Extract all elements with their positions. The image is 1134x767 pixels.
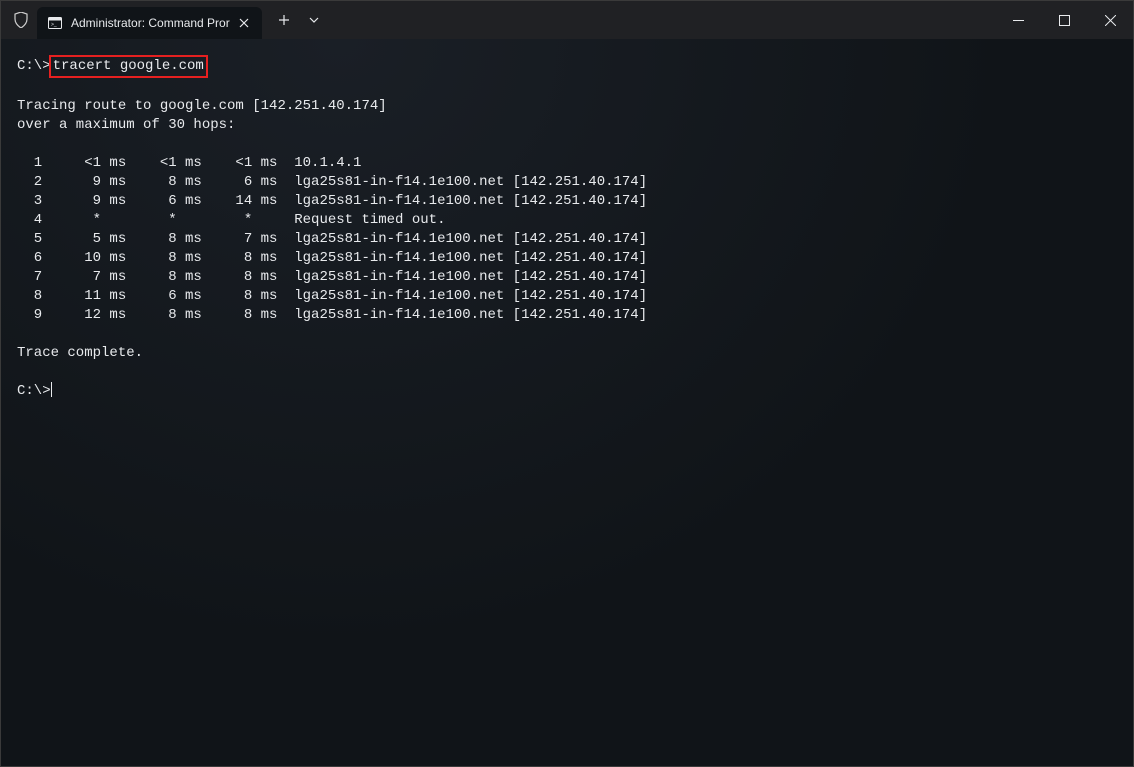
trace-complete: Trace complete.	[17, 345, 143, 361]
new-tab-button[interactable]	[270, 6, 298, 34]
tab-dropdown-button[interactable]	[300, 6, 328, 34]
maximize-button[interactable]	[1041, 1, 1087, 39]
titlebar: >_ Administrator: Command Pror	[1, 1, 1133, 39]
trace-header-2: over a maximum of 30 hops:	[17, 117, 235, 133]
trace-header-1: Tracing route to google.com [142.251.40.…	[17, 98, 387, 114]
active-tab[interactable]: >_ Administrator: Command Pror	[37, 7, 262, 39]
terminal-area[interactable]: C:\>tracert google.com Tracing route to …	[1, 39, 1133, 766]
cursor	[51, 382, 52, 397]
tab-title: Administrator: Command Pror	[71, 16, 230, 30]
titlebar-left: >_ Administrator: Command Pror	[1, 1, 328, 39]
prompt: C:\>	[17, 58, 51, 74]
close-button[interactable]	[1087, 1, 1133, 39]
shield-icon	[13, 12, 29, 28]
command-text: tracert google.com	[53, 58, 204, 74]
prompt: C:\>	[17, 383, 51, 399]
window-controls	[995, 1, 1133, 39]
minimize-button[interactable]	[995, 1, 1041, 39]
command-highlight: tracert google.com	[49, 55, 208, 78]
svg-text:>_: >_	[51, 22, 57, 28]
hops-list: 1 <1 ms <1 ms <1 ms 10.1.4.1 2 9 ms 8 ms…	[17, 154, 1117, 325]
tab-close-button[interactable]	[236, 15, 252, 31]
terminal-icon: >_	[47, 15, 63, 31]
